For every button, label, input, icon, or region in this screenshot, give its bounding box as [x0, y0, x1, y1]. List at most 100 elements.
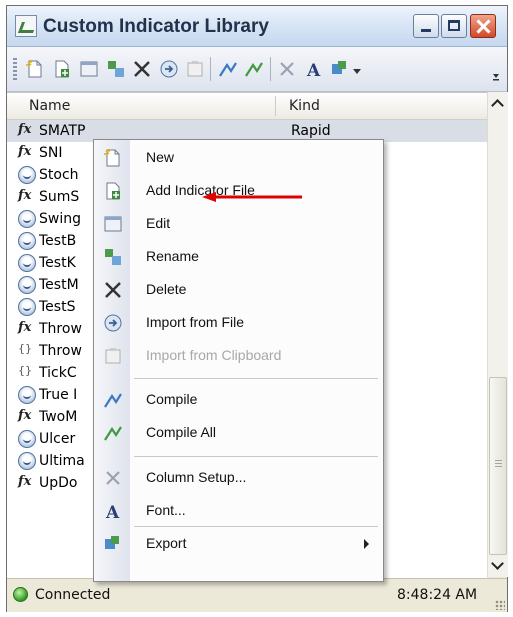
fx-icon: fx	[18, 144, 32, 159]
context-menu: New Add Indicator File Edit Rename Delete Imp…	[93, 139, 384, 582]
connection-status-icon	[13, 587, 28, 602]
indicator-name: SumS	[39, 189, 80, 205]
export-icon[interactable]	[330, 59, 350, 79]
minimize-button[interactable]	[413, 14, 439, 38]
compile-all-icon	[104, 426, 122, 441]
column-setup-icon	[106, 471, 120, 485]
edit-icon	[104, 216, 122, 232]
indicator-icon	[18, 452, 36, 470]
indicator-icon	[18, 276, 36, 294]
compile-icon	[104, 393, 122, 408]
toolbar-grip[interactable]	[13, 58, 17, 80]
menu-item-rename[interactable]: Rename	[94, 241, 383, 273]
menu-item-label: Delete	[146, 281, 187, 297]
indicator-name: TestM	[39, 277, 79, 293]
rename-icon[interactable]	[106, 59, 126, 79]
menu-separator	[134, 378, 378, 379]
menu-item-label: New	[146, 149, 175, 165]
window-title: Custom Indicator Library	[43, 16, 269, 37]
vertical-scrollbar[interactable]	[487, 92, 508, 577]
column-divider[interactable]	[275, 96, 276, 116]
red-arrow-icon	[202, 192, 302, 202]
add-file-icon[interactable]	[52, 59, 72, 79]
app-icon	[15, 15, 37, 37]
fx-icon: fx	[18, 408, 32, 423]
toolbar-separator	[210, 57, 211, 81]
menu-separator	[134, 456, 378, 457]
svg-text:A: A	[105, 503, 120, 521]
indicator-name: SNI	[39, 145, 63, 161]
delete-icon[interactable]	[132, 59, 152, 79]
scroll-thumb[interactable]	[489, 377, 507, 555]
indicator-icon	[18, 386, 36, 404]
font-icon[interactable]: A	[304, 59, 324, 79]
fx-icon: fx	[18, 474, 32, 489]
indicator-name: TickC	[39, 365, 77, 381]
new-icon	[104, 149, 120, 167]
import-clipboard-icon	[105, 348, 121, 364]
delete-icon	[105, 282, 121, 298]
indicator-icon	[18, 298, 36, 316]
edit-icon[interactable]	[79, 59, 99, 79]
indicator-name: Stoch	[39, 167, 79, 183]
scroll-down-icon[interactable]	[489, 556, 507, 576]
indicator-icon	[18, 166, 36, 184]
compile-all-icon[interactable]	[244, 59, 264, 79]
scroll-up-icon[interactable]	[489, 93, 507, 113]
column-header-name[interactable]: Name	[29, 98, 70, 114]
indicator-kind: Rapid	[291, 123, 331, 139]
menu-item-compile-all[interactable]: Compile All	[94, 417, 383, 449]
indicator-icon	[18, 254, 36, 272]
indicator-name: UpDo	[39, 475, 78, 491]
menu-item-add-file[interactable]: Add Indicator File	[94, 175, 383, 207]
svg-text:A: A	[306, 61, 321, 79]
maximize-button[interactable]	[441, 14, 467, 38]
title-bar[interactable]: Custom Indicator Library	[7, 6, 507, 47]
indicator-icon	[18, 210, 36, 228]
indicator-icon	[18, 430, 36, 448]
connection-status: Connected	[35, 587, 111, 603]
menu-item-label: Font...	[146, 502, 186, 518]
fx-icon: fx	[18, 320, 32, 335]
indicator-name: SMATP	[39, 123, 86, 139]
menu-item-delete[interactable]: Delete	[94, 274, 383, 306]
indicator-name: Ultima	[39, 453, 85, 469]
menu-item-font[interactable]: A Font...	[94, 495, 383, 527]
indicator-name: TwoM	[39, 409, 78, 425]
toolbar: A	[7, 47, 507, 92]
column-header-kind[interactable]: Kind	[289, 98, 320, 114]
menu-item-compile[interactable]: Compile	[94, 384, 383, 416]
indicator-name: TestS	[39, 299, 76, 315]
import-clipboard-icon[interactable]	[185, 59, 205, 79]
close-button[interactable]	[470, 14, 496, 38]
add-file-icon	[106, 182, 120, 200]
status-time: 8:48:24 AM	[397, 587, 478, 603]
resize-grip[interactable]	[495, 600, 505, 610]
header-icon: {}	[18, 364, 32, 377]
menu-item-label: Compile All	[146, 424, 217, 440]
indicator-name: TestK	[39, 255, 76, 271]
menu-item-label: Rename	[146, 248, 199, 264]
menu-item-label: Edit	[146, 215, 171, 231]
menu-item-new[interactable]: New	[94, 142, 383, 174]
indicator-name: TestB	[39, 233, 77, 249]
indicator-name: True I	[39, 387, 78, 403]
import-file-icon	[104, 314, 122, 332]
menu-item-column-setup[interactable]: Column Setup...	[94, 462, 383, 494]
rename-icon	[105, 249, 121, 265]
export-dropdown-icon[interactable]	[353, 69, 361, 75]
menu-item-label: Compile	[146, 391, 198, 407]
indicator-icon	[18, 232, 36, 250]
import-file-icon[interactable]	[159, 59, 179, 79]
toolbar-overflow-icon[interactable]	[491, 65, 501, 81]
menu-item-export[interactable]: Export	[94, 528, 383, 560]
compile-icon[interactable]	[218, 59, 238, 79]
indicator-name: Ulcer	[39, 431, 76, 447]
menu-item-edit[interactable]: Edit	[94, 208, 383, 240]
indicator-name: Throw	[39, 321, 82, 337]
toolbar-separator	[270, 57, 271, 81]
new-icon[interactable]	[25, 59, 45, 79]
column-setup-icon[interactable]	[277, 59, 297, 79]
menu-item-label: Column Setup...	[146, 469, 247, 485]
menu-item-import-file[interactable]: Import from File	[94, 307, 383, 339]
